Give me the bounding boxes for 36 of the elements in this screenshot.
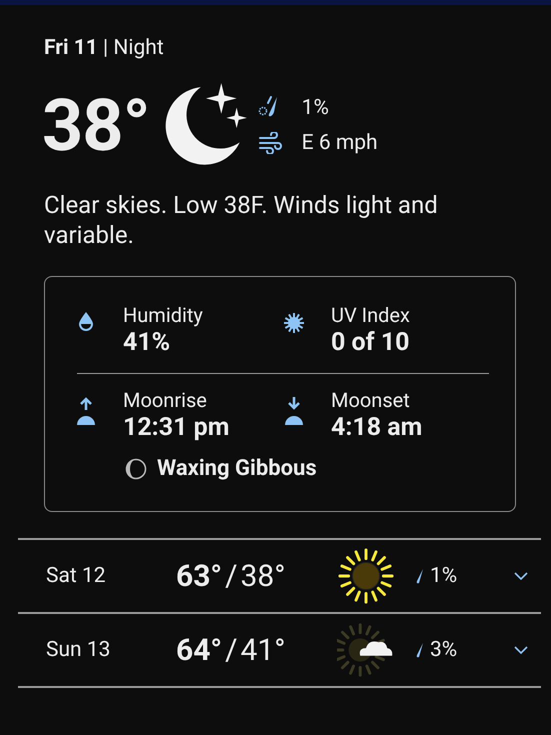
moon-phase-icon	[125, 458, 147, 480]
wind-speed: E 6 mph	[302, 131, 378, 155]
day-label: Sat 12	[46, 564, 107, 588]
high-temperature: 64°	[176, 632, 222, 668]
detail-label: Moonrise	[123, 388, 208, 412]
day-label: Sun 13	[46, 638, 112, 662]
detail-value: 0 of 10	[331, 327, 410, 359]
sun-icon	[337, 547, 395, 605]
detail-value: 12:31 pm	[123, 412, 230, 444]
detail-label: Moonset	[331, 388, 411, 412]
temperature: 38°	[42, 82, 150, 168]
moonset-icon	[284, 396, 304, 426]
moonrise-icon	[76, 396, 96, 426]
raindrop-icon	[414, 641, 424, 659]
precipitation-chance: 1%	[430, 564, 458, 588]
detail-value: 4:18 am	[331, 412, 422, 444]
moon-phase: Waxing Gibbous	[157, 456, 317, 481]
low-temperature: 38°	[240, 558, 286, 594]
temperature-separator: /	[225, 558, 238, 594]
forecast-row[interactable]: Sat 12 63°/38° 1%	[18, 540, 541, 614]
wind-icon	[258, 132, 282, 154]
detail-label: Humidity	[123, 303, 203, 327]
temperature-separator: /	[225, 632, 238, 668]
precipitation-chance: 1%	[302, 96, 329, 120]
detail-label: UV Index	[331, 303, 410, 327]
precipitation-chance: 3%	[430, 638, 458, 662]
sun-cloud-icon	[337, 621, 395, 679]
date-heading: Fri 11 | Night	[44, 35, 164, 62]
droplet-icon	[78, 311, 94, 331]
weather-description: Clear skies. Low 38F. Winds light and variable.	[44, 190, 439, 250]
detail-value: 41%	[123, 327, 172, 359]
high-temperature: 63°	[176, 558, 222, 594]
sun-icon	[282, 311, 306, 335]
low-temperature: 41°	[240, 632, 286, 668]
forecast-row[interactable]: Sun 13 64°/41° 3%	[18, 614, 541, 688]
raindrop-icon	[414, 567, 424, 585]
